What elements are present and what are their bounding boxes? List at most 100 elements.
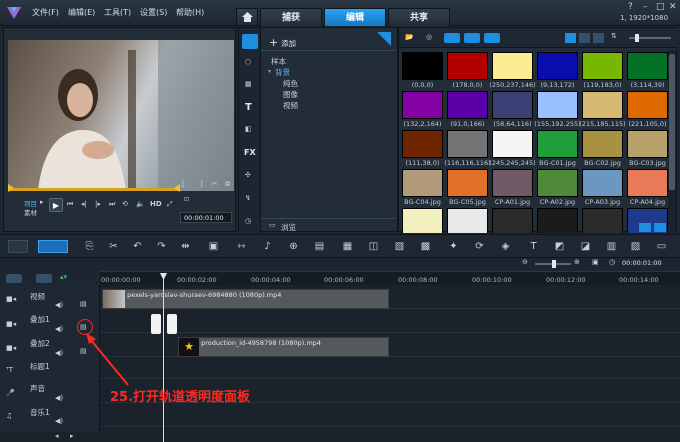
color-grading-icon[interactable]: ✦: [448, 241, 459, 252]
list-view-button[interactable]: [565, 33, 576, 43]
video-mask-icon[interactable]: ▩: [420, 241, 431, 252]
hd-button[interactable]: HD: [150, 200, 162, 208]
import-folder-icon[interactable]: 📂: [405, 33, 414, 41]
thumbnail-swatch[interactable]: [582, 208, 623, 233]
freeze-frame-icon[interactable]: ▨: [630, 241, 641, 252]
tree-expand-icon[interactable]: ▾: [268, 68, 271, 75]
zoom-slider-handle[interactable]: [552, 260, 556, 268]
go-to-end-icon[interactable]: ⏭: [109, 200, 115, 209]
menu-tools[interactable]: 工具(T): [104, 7, 131, 18]
filter-icon[interactable]: FX: [244, 148, 256, 157]
overlay-clip-marker[interactable]: [167, 314, 177, 334]
instant-project-icon[interactable]: ⬡: [245, 58, 251, 66]
mask-icon[interactable]: ▧: [394, 241, 405, 252]
graphic-icon[interactable]: ◧: [245, 125, 252, 133]
thumbnail-swatch[interactable]: [582, 52, 623, 80]
tree-item-image[interactable]: 图像: [283, 89, 298, 100]
show-video-button[interactable]: [444, 33, 460, 43]
time-icon[interactable]: ◷: [245, 217, 251, 225]
track-transparency-icon[interactable]: ▤: [80, 300, 87, 308]
mute-icon[interactable]: ◀): [55, 417, 63, 425]
mode-clip[interactable]: 素材: [24, 207, 37, 217]
thumbnail-swatch[interactable]: [582, 130, 623, 158]
track-manager-icon[interactable]: ⎘: [84, 241, 95, 252]
thumbnail-swatch[interactable]: [627, 52, 668, 80]
home-button[interactable]: [236, 8, 258, 26]
thumbnail-swatch[interactable]: [537, 208, 578, 233]
thumbnail-swatch[interactable]: [582, 169, 623, 197]
help-icon[interactable]: ?: [628, 2, 633, 12]
thumbnail-swatch[interactable]: [402, 91, 443, 119]
overlay-clip-marker[interactable]: [151, 314, 161, 334]
pan-zoom-icon[interactable]: ⟳: [474, 241, 485, 252]
close-icon[interactable]: ✕: [669, 2, 677, 12]
thumbnail-swatch[interactable]: [492, 91, 533, 119]
motion-tracking-icon[interactable]: ⊕: [288, 241, 299, 252]
sound-mixer-icon[interactable]: ⇿: [236, 241, 247, 252]
split-icon[interactable]: ✂: [212, 180, 218, 188]
menu-settings[interactable]: 设置(S): [140, 7, 167, 18]
trim-range-bar[interactable]: [10, 188, 180, 191]
volume-icon[interactable]: 🔈: [136, 200, 145, 208]
browse-button[interactable]: 浏览: [281, 222, 296, 233]
add-folder-button[interactable]: 添加: [281, 38, 296, 49]
clock-icon[interactable]: ◷: [609, 258, 615, 266]
audio-ducking-icon[interactable]: ▥: [606, 241, 617, 252]
repeat-icon[interactable]: ⟲: [122, 200, 128, 208]
thumbnail-swatch[interactable]: [447, 52, 488, 80]
add-marker-icon[interactable]: ▴▾: [60, 273, 67, 281]
show-audio-button[interactable]: [484, 33, 500, 43]
thumbnail-swatch[interactable]: [402, 130, 443, 158]
add-icon[interactable]: +: [269, 36, 278, 49]
split-clip-icon[interactable]: ✂: [108, 241, 119, 252]
thumbnail-swatch[interactable]: [627, 91, 668, 119]
thumbnail-swatch[interactable]: [447, 208, 488, 233]
zoom-out-icon[interactable]: ⊖: [522, 258, 528, 266]
fit-project-icon[interactable]: ⇹: [180, 241, 191, 252]
mute-icon[interactable]: ◀): [55, 325, 63, 333]
overlay-clip[interactable]: ★ production_id-4958798 (1080p).mp4: [178, 337, 389, 357]
chapter-button[interactable]: [36, 274, 52, 283]
fullscreen-icon[interactable]: ⊡: [184, 196, 189, 203]
thumbnail-swatch[interactable]: [492, 52, 533, 80]
record-icon[interactable]: ▣: [208, 241, 219, 252]
show-photo-button[interactable]: [464, 33, 480, 43]
thumbnail-swatch[interactable]: [537, 169, 578, 197]
title-editor-icon[interactable]: T: [528, 241, 539, 252]
enlarge-icon[interactable]: ⤢: [167, 200, 173, 209]
thumbnail-swatch[interactable]: [537, 52, 578, 80]
split-screen-icon[interactable]: ◪: [580, 241, 591, 252]
thumbnail-swatch[interactable]: [537, 91, 578, 119]
undo-icon[interactable]: ↶: [132, 241, 143, 252]
title-icon[interactable]: T: [245, 102, 252, 113]
redo-icon[interactable]: ↷: [156, 241, 167, 252]
thumbnail-swatch[interactable]: [537, 130, 578, 158]
thumbnail-swatch[interactable]: [447, 130, 488, 158]
mark-in-icon[interactable]: [: [182, 180, 185, 188]
timeline-view-button[interactable]: [38, 240, 68, 253]
thumbnail-swatch[interactable]: [402, 169, 443, 197]
track-row-overlay1[interactable]: [100, 309, 680, 333]
thumbnail-swatch[interactable]: [627, 169, 668, 197]
thumbnail-swatch[interactable]: [402, 52, 443, 80]
auto-music-icon[interactable]: ♪: [262, 241, 273, 252]
tab-share[interactable]: 共享: [388, 8, 450, 26]
storyboard-view-button[interactable]: [8, 240, 28, 253]
tree-item-video[interactable]: 视频: [283, 100, 298, 111]
tab-edit[interactable]: 编辑: [324, 8, 386, 26]
thumbnail-swatch[interactable]: [447, 169, 488, 197]
time-remap-icon[interactable]: ◫: [368, 241, 379, 252]
timeline-playhead[interactable]: [163, 273, 164, 442]
thumb-view-button[interactable]: [579, 33, 590, 43]
speed-icon[interactable]: ◩: [554, 241, 565, 252]
grid-view-button[interactable]: [593, 33, 604, 43]
path-icon[interactable]: ↯: [245, 194, 251, 202]
thumbnail-size-handle[interactable]: [635, 34, 639, 42]
tree-item-solid-color[interactable]: 纯色: [283, 78, 298, 89]
thumbnail-swatch[interactable]: [492, 169, 533, 197]
minimize-icon[interactable]: –: [643, 2, 648, 12]
sort-icon[interactable]: ⇅: [611, 32, 617, 40]
multicam-icon[interactable]: ▦: [342, 241, 353, 252]
zoom-in-icon[interactable]: ⊕: [574, 258, 580, 266]
menu-file[interactable]: 文件(F): [32, 7, 59, 18]
